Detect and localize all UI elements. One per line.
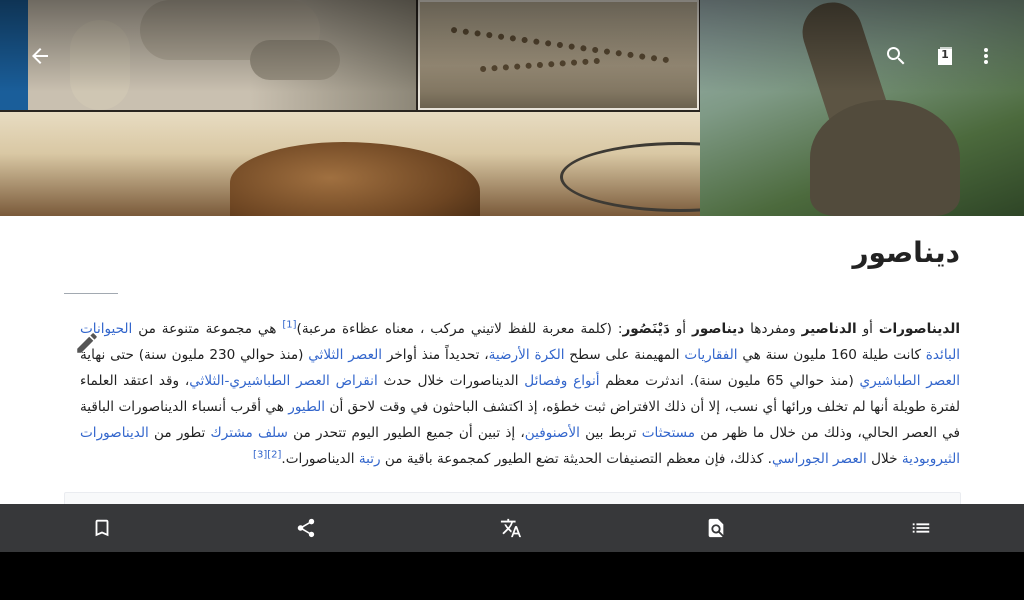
article-link[interactable]: انقراض العصر الطباشيري-الثلاثي <box>189 373 378 389</box>
text: الديناصورات. <box>281 451 359 467</box>
find-in-page-icon <box>708 518 724 538</box>
text: خلال <box>866 451 902 467</box>
table-of-contents-button[interactable] <box>891 504 951 552</box>
article-link[interactable]: مستحثات <box>642 425 695 441</box>
bottom-action-bar <box>0 504 1024 552</box>
article-link[interactable]: رتبة <box>359 451 381 467</box>
tab-count: 1 <box>941 48 949 61</box>
text: المهيمنة على سطح <box>564 347 685 363</box>
article-link[interactable]: الطيور <box>288 399 325 415</box>
overflow-menu-button[interactable] <box>966 36 1006 76</box>
article-link[interactable]: العصر الطباشيري <box>860 373 960 389</box>
text: (منذ حوالي 65 مليون سنة). اندثرت معظم <box>599 373 860 389</box>
title-divider <box>64 293 118 294</box>
trex-skull-photo <box>0 112 700 216</box>
text: أو <box>669 321 693 337</box>
text: هي مجموعة متنوعة من <box>132 321 283 337</box>
text: ، إذ تبين أن جميع الطيور اليوم تتحدر من <box>287 425 525 441</box>
translate-icon <box>500 518 522 538</box>
share-icon <box>297 518 315 538</box>
search-button[interactable] <box>876 36 916 76</box>
article-screen: 1 ديناصور الديناصورات أو الدناصير ومفرده… <box>0 0 1024 552</box>
article-link[interactable]: العصر الثلاثي <box>308 347 382 363</box>
tabs-button[interactable]: 1 <box>925 36 965 76</box>
text: الديناصورات خلال حدث <box>377 373 525 389</box>
article-link[interactable]: الأصنوفين <box>525 425 580 441</box>
text: تربط بين <box>579 425 642 441</box>
article-link[interactable]: سلف مشترك <box>211 425 288 441</box>
bold-term: الديناصورات <box>878 321 961 337</box>
citation-link[interactable]: [3] <box>253 449 267 460</box>
citation-link[interactable]: [2] <box>267 449 281 460</box>
text: كانت طيلة 160 مليون سنة هي <box>737 347 926 363</box>
bold-term: دَيْنَصُور <box>622 321 670 337</box>
system-navigation-bar <box>0 552 1024 600</box>
search-icon <box>887 47 905 65</box>
text: أو <box>856 321 879 337</box>
text: (منذ حوالي 230 مليون سنة) حتى نهاية <box>80 347 309 363</box>
text: : (كلمة معربة للفظ لاتيني مركب ، معناه ع… <box>296 321 623 337</box>
arrow-back-icon <box>32 48 48 64</box>
save-button[interactable] <box>72 504 132 552</box>
citation-link[interactable]: [1] <box>282 319 296 330</box>
change-language-button[interactable] <box>481 504 541 552</box>
article-lead-paragraph: الديناصورات أو الدناصير ومفردها ديناصور … <box>80 316 960 472</box>
article-link[interactable]: الفقاريات <box>684 347 737 363</box>
more-vert-icon <box>984 48 988 64</box>
text: . كذلك، فإن معظم التصنيفات الحديثة تضع ا… <box>380 451 772 467</box>
text: ومفردها <box>744 321 802 337</box>
bookmark-icon <box>95 519 109 537</box>
article-link[interactable]: الكرة الأرضية <box>489 347 565 363</box>
page-title: ديناصور <box>852 236 960 269</box>
bold-term: ديناصور <box>692 321 745 337</box>
find-in-page-button[interactable] <box>686 504 746 552</box>
text: ، تحديداً منذ أواخر <box>382 347 489 363</box>
table-of-contents-icon <box>912 523 930 533</box>
header-scrim <box>0 0 1024 92</box>
article-link[interactable]: العصر الجوراسي <box>772 451 867 467</box>
lead-image-collage[interactable]: 1 <box>0 0 1024 216</box>
back-button[interactable] <box>20 36 60 76</box>
text: تطور من <box>148 425 211 441</box>
bold-term: الدناصير <box>801 321 857 337</box>
article-link[interactable]: أنواع وفصائل <box>524 373 599 389</box>
share-button[interactable] <box>276 504 336 552</box>
